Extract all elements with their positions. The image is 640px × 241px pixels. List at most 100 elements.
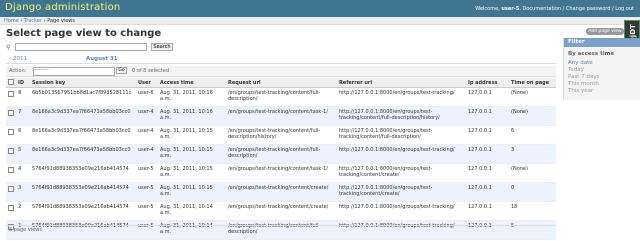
column-header[interactable]: Request url	[226, 78, 337, 88]
select-all-checkbox[interactable]	[8, 79, 14, 85]
request-url-cell: /en/groups/test-tracking/content/full-de…	[226, 125, 337, 145]
id-cell[interactable]: 6	[16, 125, 30, 145]
row-checkbox[interactable]	[8, 205, 14, 211]
ip-address-cell: 127.0.0.1	[466, 106, 509, 126]
add-page-view-button[interactable]: Add page view	[586, 28, 624, 35]
row-select-cell[interactable]	[6, 163, 16, 183]
table-row[interactable]: 7 8e166a3c9d337ea7f66473a58bb03cc0 user-4 A…	[6, 106, 556, 126]
action-select[interactable]: ---------	[33, 67, 115, 76]
date-hierarchy: ‹ 2011 August 31	[6, 55, 556, 64]
row-checkbox[interactable]	[8, 91, 14, 97]
row-checkbox[interactable]	[8, 148, 14, 154]
referrer-url-cell: http://127.0.0.1:8000/en/groups/test-tra…	[337, 87, 466, 107]
logout-link[interactable]: Log out	[615, 6, 634, 12]
breadcrumb-home[interactable]: Home	[4, 18, 19, 24]
paginator: 8 page views	[6, 225, 556, 233]
referrer-url-cell: http://127.0.0.1:8000/en/groups/test-tra…	[337, 182, 466, 202]
filter-option[interactable]: Today	[568, 67, 584, 73]
go-button[interactable]: Go	[116, 67, 127, 74]
select-all-header[interactable]	[6, 78, 16, 88]
row-edit-link[interactable]: 6	[18, 128, 21, 134]
request-url-cell: /en/groups/test-tracking/content/full-de…	[226, 144, 337, 164]
filter-option[interactable]: Past 7 days	[568, 74, 599, 80]
column-header[interactable]: Session key	[30, 78, 136, 88]
id-cell[interactable]: 2	[16, 201, 30, 221]
row-checkbox[interactable]	[8, 110, 14, 116]
column-header[interactable]: ID	[16, 78, 30, 88]
breadcrumb-app[interactable]: Tracker	[24, 18, 42, 24]
welcome-suffix: .	[519, 6, 521, 12]
column-header[interactable]: User	[136, 78, 158, 88]
date-hierarchy-back-link[interactable]: ‹ 2011	[9, 56, 27, 62]
row-edit-link[interactable]: 2	[18, 204, 21, 210]
request-url-cell: /en/groups/test-tracking/content/create/	[226, 182, 337, 202]
row-edit-link[interactable]: 3	[18, 185, 21, 191]
ip-address-cell: 127.0.0.1	[466, 87, 509, 107]
table-header-row: ID Session key User Access time Request …	[6, 78, 556, 88]
column-header[interactable]: Access time	[158, 78, 226, 88]
column-header[interactable]: Ip address	[466, 78, 509, 88]
table-row[interactable]: 2 5764f91d88938353e09e216ab414574 user-5 Au…	[6, 201, 556, 221]
time-on-page-cell: 6	[509, 125, 556, 145]
ip-address-cell: 127.0.0.1	[466, 182, 509, 202]
id-cell[interactable]: 4	[16, 163, 30, 183]
referrer-url-cell: http://127.0.0.1:8000/en/groups/test-tra…	[337, 125, 466, 145]
id-cell[interactable]: 5	[16, 144, 30, 164]
breadcrumb-separator: ›	[43, 18, 46, 24]
user-cell: user-6	[136, 87, 158, 107]
column-header[interactable]: Time on page	[509, 78, 556, 88]
row-edit-link[interactable]: 4	[18, 166, 21, 172]
search-button[interactable]: Search	[151, 43, 173, 51]
table-row[interactable]: 6 8e166a3c9d337ea7f66473a58bb03cc0 user-4 A…	[6, 125, 556, 145]
site-brand: Django administration	[5, 2, 121, 13]
filter-panel: Filter By access time Any date Today Pas…	[563, 38, 640, 100]
row-select-cell[interactable]	[6, 87, 16, 107]
column-header[interactable]: Referrer url	[337, 78, 466, 88]
session-key-cell: 5764f91d88938353e09e216ab414574	[30, 201, 136, 221]
time-on-page-cell: (None)	[509, 87, 556, 107]
filter-option[interactable]: This year	[568, 88, 593, 94]
row-checkbox[interactable]	[8, 129, 14, 135]
row-select-cell[interactable]	[6, 182, 16, 202]
table-row[interactable]: 4 5764f91d88938353e09e216ab414574 user-5 Au…	[6, 163, 556, 183]
row-edit-link[interactable]: 8	[18, 90, 21, 96]
breadcrumb: Home › Tracker › Page views	[0, 17, 640, 25]
actions-bar: Action: --------- Go 0 of 8 selected	[6, 66, 556, 77]
page-title: Select page view to change	[6, 28, 162, 39]
table-row[interactable]: 5 8e166a3c9d337ea7f66473a58bb03cc0 user-4 A…	[6, 144, 556, 164]
time-on-page-cell: 3	[509, 144, 556, 164]
id-cell[interactable]: 3	[16, 182, 30, 202]
row-select-cell[interactable]	[6, 106, 16, 126]
result-table: ID Session key User Access time Request …	[6, 78, 556, 240]
time-on-page-cell: 0	[509, 182, 556, 202]
change-password-link[interactable]: Change password	[566, 6, 610, 12]
referrer-url-cell: http://127.0.0.1:8000/en/groups/test-tra…	[337, 106, 466, 126]
time-on-page-cell: (None)	[509, 106, 556, 126]
row-checkbox[interactable]	[8, 167, 14, 173]
user-cell: user-4	[136, 144, 158, 164]
id-cell[interactable]: 8	[16, 87, 30, 107]
id-cell[interactable]: 7	[16, 106, 30, 126]
user-tools-separator: /	[562, 6, 565, 12]
search-input[interactable]	[15, 43, 147, 51]
row-select-cell[interactable]	[6, 201, 16, 221]
row-edit-link[interactable]: 5	[18, 147, 21, 153]
documentation-link[interactable]: Documentation	[523, 6, 562, 12]
row-select-cell[interactable]	[6, 144, 16, 164]
row-select-cell[interactable]	[6, 125, 16, 145]
table-row[interactable]: 8 6b5b013567951bb8d1ac7f893528111c user-6 A…	[6, 87, 556, 107]
date-hierarchy-current: August 31	[86, 56, 118, 62]
filter-option[interactable]: Any date	[568, 60, 593, 66]
table-row[interactable]: 3 5764f91d88938353e09e216ab414574 user-5 Au…	[6, 182, 556, 202]
row-checkbox[interactable]	[8, 186, 14, 192]
filter-option[interactable]: This month	[568, 81, 599, 87]
search-icon: ⚲	[6, 44, 11, 51]
session-key-cell: 8e166a3c9d337ea7f66473a58bb03cc0	[30, 106, 136, 126]
referrer-url-cell: http://127.0.0.1:8000/en/groups/test-tra…	[337, 163, 466, 183]
filter-title: Filter	[564, 38, 640, 47]
row-edit-link[interactable]: 7	[18, 109, 21, 115]
welcome-prefix: Welcome,	[475, 6, 502, 12]
session-key-cell: 5764f91d88938353e09e216ab414574	[30, 163, 136, 183]
referrer-url-cell: http://127.0.0.1:8000/en/groups/test-tra…	[337, 201, 466, 221]
access-time-cell: Aug. 31, 2011, 10:15 a.m.	[158, 182, 226, 202]
